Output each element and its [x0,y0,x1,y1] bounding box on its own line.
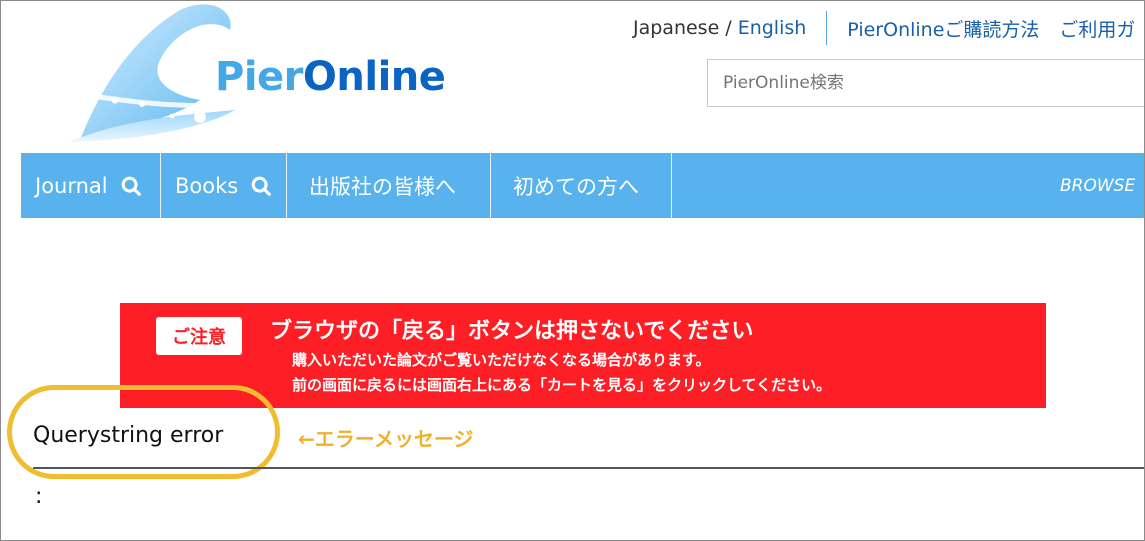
warning-headline: ブラウザの「戻る」ボタンは押さないでください [270,319,754,344]
search-icon [251,176,272,196]
error-annotation: ←エラーメッセージ [298,427,474,451]
logo-online-text: Online [302,54,446,100]
nav-journal-label: Journal [35,173,108,198]
browse-menu[interactable]: BROWSE [1060,153,1135,218]
nav-for-publishers[interactable]: 出版社の皆様へ [287,153,491,218]
pieronline-logo[interactable]: PierOnline [60,0,460,150]
subscribe-guide-link[interactable]: PierOnlineご購読方法 [847,15,1039,42]
nav-first-time-label: 初めての方へ [513,174,639,199]
nav-books[interactable]: Books [161,153,287,218]
usage-guide-link[interactable]: ご利用ガ [1059,15,1135,42]
lang-separator: / [725,17,732,39]
lang-english-link[interactable]: English [738,17,807,39]
logo-pier-text: Pier [215,54,303,100]
main-navigation: Journal Books 出版社の皆様へ 初めての方へ BROWSE [21,153,1145,218]
topnav-divider [826,11,828,45]
nav-books-label: Books [175,173,239,198]
caution-badge: ご注意 [156,317,242,355]
trailing-colon: : [35,484,43,509]
nav-first-time[interactable]: 初めての方へ [491,153,672,218]
warning-line-1: 購入いただいた論文がご覧いただけなくなる場合があります。 [292,351,711,369]
logo-wordmark: PierOnline [215,54,446,100]
search-input[interactable] [707,59,1145,107]
nav-journal[interactable]: Journal [21,153,161,218]
search-icon [121,176,141,196]
error-message: Querystring error [33,423,224,448]
top-navigation: Japanese / English PierOnlineご購読方法 ご利用ガ [633,11,1145,45]
warning-line-2: 前の画面に戻るには画面右上にある「カートを見る」をクリックしてください。 [292,376,832,394]
content-divider [33,467,1145,469]
lang-japanese-link[interactable]: Japanese [633,17,719,39]
nav-for-publishers-label: 出版社の皆様へ [309,174,456,199]
